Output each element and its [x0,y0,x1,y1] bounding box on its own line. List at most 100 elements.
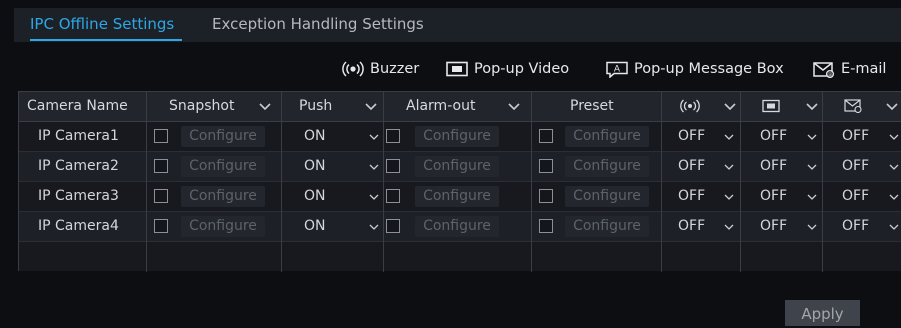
buzzer-column-icon [680,99,700,113]
alarm-out-dropdown-icon[interactable] [508,103,520,111]
email-select[interactable]: OFF [842,188,869,204]
preset-checkbox[interactable] [539,219,553,233]
buzzer-select-chevron-icon[interactable] [724,224,734,231]
alarm-out-checkbox[interactable] [386,159,400,173]
header-preset: Preset [570,98,614,114]
active-tab-indicator [30,39,182,41]
push-select-chevron-icon[interactable] [369,134,379,141]
popup-video-select[interactable]: OFF [760,128,787,144]
alarm-out-configure-button[interactable]: Configure [415,156,499,177]
column-divider [383,92,384,272]
push-select[interactable]: ON [304,188,326,204]
buzzer-select-chevron-icon[interactable] [724,134,734,141]
popup-video-select-chevron-icon[interactable] [807,134,817,141]
legend-popup-message-label: Pop-up Message Box [634,61,784,77]
popup-video-select-chevron-icon[interactable] [807,224,817,231]
snapshot-configure-button[interactable]: Configure [181,156,265,177]
legend-email: @ E-mail [813,57,886,81]
snapshot-configure-button[interactable]: Configure [181,126,265,147]
buzzer-select-chevron-icon[interactable] [724,164,734,171]
legend-buzzer-label: Buzzer [370,61,420,77]
snapshot-checkbox[interactable] [154,189,168,203]
table-row: IP Camera1 Configure ON Configure Config… [19,122,901,152]
popup-video-select-chevron-icon[interactable] [807,164,817,171]
legend-email-label: E-mail [841,61,887,77]
camera-name: IP Camera2 [38,158,119,174]
email-select[interactable]: OFF [842,218,869,234]
email-select[interactable]: OFF [842,128,869,144]
tab-exception-handling-settings[interactable]: Exception Handling Settings [212,15,424,33]
alarm-out-configure-button[interactable]: Configure [415,126,499,147]
table-row: IP Camera3 Configure ON Configure Config… [19,182,901,212]
popup-video-select[interactable]: OFF [760,188,787,204]
buzzer-select[interactable]: OFF [678,218,705,234]
legend-buzzer: Buzzer [342,57,419,81]
legend-popup-message: A Pop-up Message Box [606,57,784,81]
column-divider [740,92,741,272]
camera-name: IP Camera3 [38,188,119,204]
snapshot-dropdown-icon[interactable] [259,103,271,111]
column-divider [531,92,532,272]
push-select[interactable]: ON [304,128,326,144]
push-select-chevron-icon[interactable] [369,194,379,201]
preset-checkbox[interactable] [539,159,553,173]
email-select-chevron-icon[interactable] [889,164,899,171]
preset-checkbox[interactable] [539,129,553,143]
push-select-chevron-icon[interactable] [369,224,379,231]
popup-video-select[interactable]: OFF [760,158,787,174]
header-snapshot: Snapshot [169,98,235,114]
header-alarm-out: Alarm-out [406,98,476,114]
preset-checkbox[interactable] [539,189,553,203]
svg-text:A: A [614,64,621,74]
column-divider [661,92,662,272]
camera-name: IP Camera4 [38,218,119,234]
table-header: Camera Name Snapshot Push Alarm-out Pres… [19,92,901,122]
tab-bar: IPC Offline Settings Exception Handling … [14,8,901,42]
snapshot-configure-button[interactable]: Configure [181,186,265,207]
push-select[interactable]: ON [304,158,326,174]
preset-configure-button[interactable]: Configure [565,126,649,147]
popup-video-column-icon [762,99,780,113]
alarm-out-checkbox[interactable] [386,189,400,203]
push-dropdown-icon[interactable] [365,103,377,111]
svg-text:@: @ [828,72,833,78]
push-select-chevron-icon[interactable] [369,164,379,171]
buzzer-select[interactable]: OFF [678,128,705,144]
legend-popup-video-label: Pop-up Video [474,61,570,77]
buzzer-select[interactable]: OFF [678,158,705,174]
table-row: IP Camera2 Configure ON Configure Config… [19,152,901,182]
buzzer-select[interactable]: OFF [678,188,705,204]
popup-video-dropdown-icon[interactable] [806,103,818,111]
header-push: Push [299,98,333,114]
popup-video-select-chevron-icon[interactable] [807,194,817,201]
popup-video-select[interactable]: OFF [760,218,787,234]
alarm-out-configure-button[interactable]: Configure [415,186,499,207]
snapshot-configure-button[interactable]: Configure [181,216,265,237]
preset-configure-button[interactable]: Configure [565,156,649,177]
legend-popup-video: Pop-up Video [446,57,569,81]
push-select[interactable]: ON [304,218,326,234]
buzzer-dropdown-icon[interactable] [724,103,736,111]
email-select-chevron-icon[interactable] [889,194,899,201]
email-select-chevron-icon[interactable] [889,134,899,141]
popup-message-icon: A [606,61,628,78]
alarm-out-checkbox[interactable] [386,219,400,233]
alarm-out-checkbox[interactable] [386,129,400,143]
header-camera-name: Camera Name [27,98,128,114]
email-column-icon [844,99,862,113]
snapshot-checkbox[interactable] [154,129,168,143]
email-select[interactable]: OFF [842,158,869,174]
email-select-chevron-icon[interactable] [889,224,899,231]
buzzer-select-chevron-icon[interactable] [724,194,734,201]
column-divider [146,92,147,272]
alarm-out-configure-button[interactable]: Configure [415,216,499,237]
preset-configure-button[interactable]: Configure [565,216,649,237]
column-divider [822,92,823,272]
tab-ipc-offline-settings[interactable]: IPC Offline Settings [30,15,174,33]
column-divider [281,92,282,272]
preset-configure-button[interactable]: Configure [565,186,649,207]
email-dropdown-icon[interactable] [886,103,898,111]
snapshot-checkbox[interactable] [154,159,168,173]
apply-button[interactable]: Apply [785,300,860,326]
snapshot-checkbox[interactable] [154,219,168,233]
